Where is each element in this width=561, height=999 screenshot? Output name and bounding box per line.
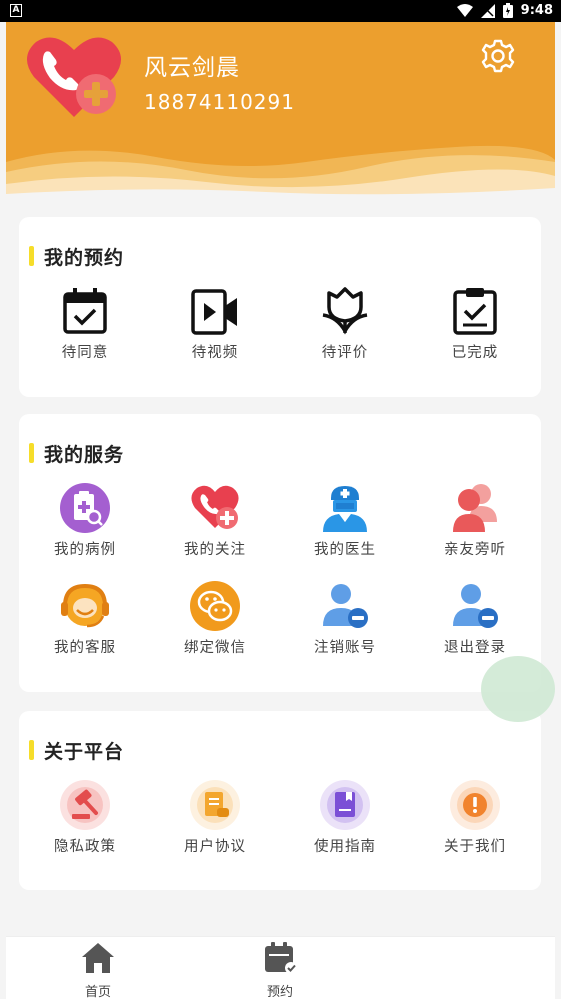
appt-completed-label: 已完成	[451, 345, 499, 361]
medical-record-icon	[60, 483, 110, 533]
service-cancel-account[interactable]: 注销账号	[280, 580, 410, 670]
bottom-navigation: 首页 预约	[6, 936, 555, 999]
app-indicator-icon: A	[10, 4, 22, 17]
platform-user-agreement-label: 用户协议	[184, 839, 246, 855]
settings-gear-icon[interactable]	[480, 38, 516, 74]
appt-pending-video[interactable]: 待视频	[150, 285, 280, 375]
platform-user-guide[interactable]: 使用指南	[280, 779, 410, 869]
guide-book-icon	[320, 780, 370, 830]
header-waves	[6, 145, 555, 202]
appt-pending-review-label: 待评价	[321, 345, 369, 361]
service-family-listen-label: 亲友旁听	[444, 542, 506, 558]
title-accent-bar	[29, 740, 34, 760]
heart-plus-icon	[191, 485, 239, 529]
service-cancel-account-label: 注销账号	[314, 640, 376, 656]
platform-about-us-label: 关于我们	[444, 839, 506, 855]
battery-icon	[502, 3, 513, 18]
doctor-icon	[323, 486, 367, 532]
services-card: 我的服务 我的病例 我的关注 我的医生 亲友旁听 我的客服 绑定微信 注销账号 …	[19, 414, 541, 692]
user-remove-icon	[323, 584, 368, 628]
service-bind-wechat[interactable]: 绑定微信	[150, 580, 280, 670]
home-icon	[82, 943, 114, 973]
platform-card: 关于平台 隐私政策 用户协议 使用指南 关于我们	[19, 711, 541, 890]
platform-about-us[interactable]: 关于我们	[410, 779, 540, 869]
platform-user-guide-label: 使用指南	[314, 839, 376, 855]
profile-header: 风云剑晨 18874110291	[6, 22, 555, 202]
appointments-title: 我的预约	[29, 245, 125, 269]
user-name: 风云剑晨	[144, 55, 240, 81]
service-customer-support-label: 我的客服	[54, 640, 116, 656]
platform-title: 关于平台	[29, 739, 125, 763]
wifi-icon	[456, 3, 473, 17]
appt-completed[interactable]: 已完成	[410, 285, 540, 375]
wechat-icon	[190, 581, 240, 631]
logout-user-icon	[453, 584, 498, 628]
nav-home-label: 首页	[84, 985, 111, 999]
nav-appointment[interactable]: 预约	[230, 937, 330, 999]
video-icon	[191, 289, 237, 335]
agreement-icon	[190, 780, 240, 830]
appointments-title-text: 我的预约	[44, 246, 125, 269]
family-icon	[453, 484, 497, 532]
services-title: 我的服务	[29, 442, 125, 466]
status-time: 9:48	[520, 3, 553, 18]
appt-pending-approval-label: 待同意	[61, 345, 109, 361]
service-my-doctors-label: 我的医生	[314, 542, 376, 558]
appt-pending-review[interactable]: 待评价	[280, 285, 410, 375]
service-my-follows-label: 我的关注	[184, 542, 246, 558]
service-my-records-label: 我的病例	[54, 542, 116, 558]
nav-appointment-label: 预约	[266, 985, 293, 999]
user-phone: 18874110291	[144, 90, 295, 114]
service-my-records[interactable]: 我的病例	[20, 482, 150, 572]
floating-assistive-ball[interactable]	[481, 656, 555, 722]
customer-service-icon	[61, 583, 109, 628]
platform-title-text: 关于平台	[44, 740, 125, 763]
service-bind-wechat-label: 绑定微信	[184, 640, 246, 656]
services-title-text: 我的服务	[44, 443, 125, 466]
signal-icon	[480, 3, 495, 18]
gavel-icon	[60, 780, 110, 830]
service-customer-support[interactable]: 我的客服	[20, 580, 150, 670]
title-accent-bar	[29, 246, 34, 266]
clipboard-check-icon	[453, 288, 497, 335]
appt-pending-approval[interactable]: 待同意	[20, 285, 150, 375]
platform-privacy-policy[interactable]: 隐私政策	[20, 779, 150, 869]
info-icon	[450, 780, 500, 830]
title-accent-bar	[29, 443, 34, 463]
calendar-check-icon	[63, 288, 107, 334]
service-family-listen[interactable]: 亲友旁听	[410, 482, 540, 572]
appointment-icon	[265, 942, 297, 974]
appointments-card: 我的预约 待同意 待视频 待评价 已完成	[19, 217, 541, 397]
appt-pending-video-label: 待视频	[191, 345, 239, 361]
flower-icon	[322, 287, 368, 335]
platform-privacy-policy-label: 隐私政策	[54, 839, 116, 855]
service-my-doctors[interactable]: 我的医生	[280, 482, 410, 572]
platform-user-agreement[interactable]: 用户协议	[150, 779, 280, 869]
status-bar: A 9:48	[0, 0, 561, 22]
service-logout-label: 退出登录	[444, 640, 506, 656]
nav-home[interactable]: 首页	[48, 937, 148, 999]
avatar[interactable]	[24, 32, 124, 122]
service-my-follows[interactable]: 我的关注	[150, 482, 280, 572]
